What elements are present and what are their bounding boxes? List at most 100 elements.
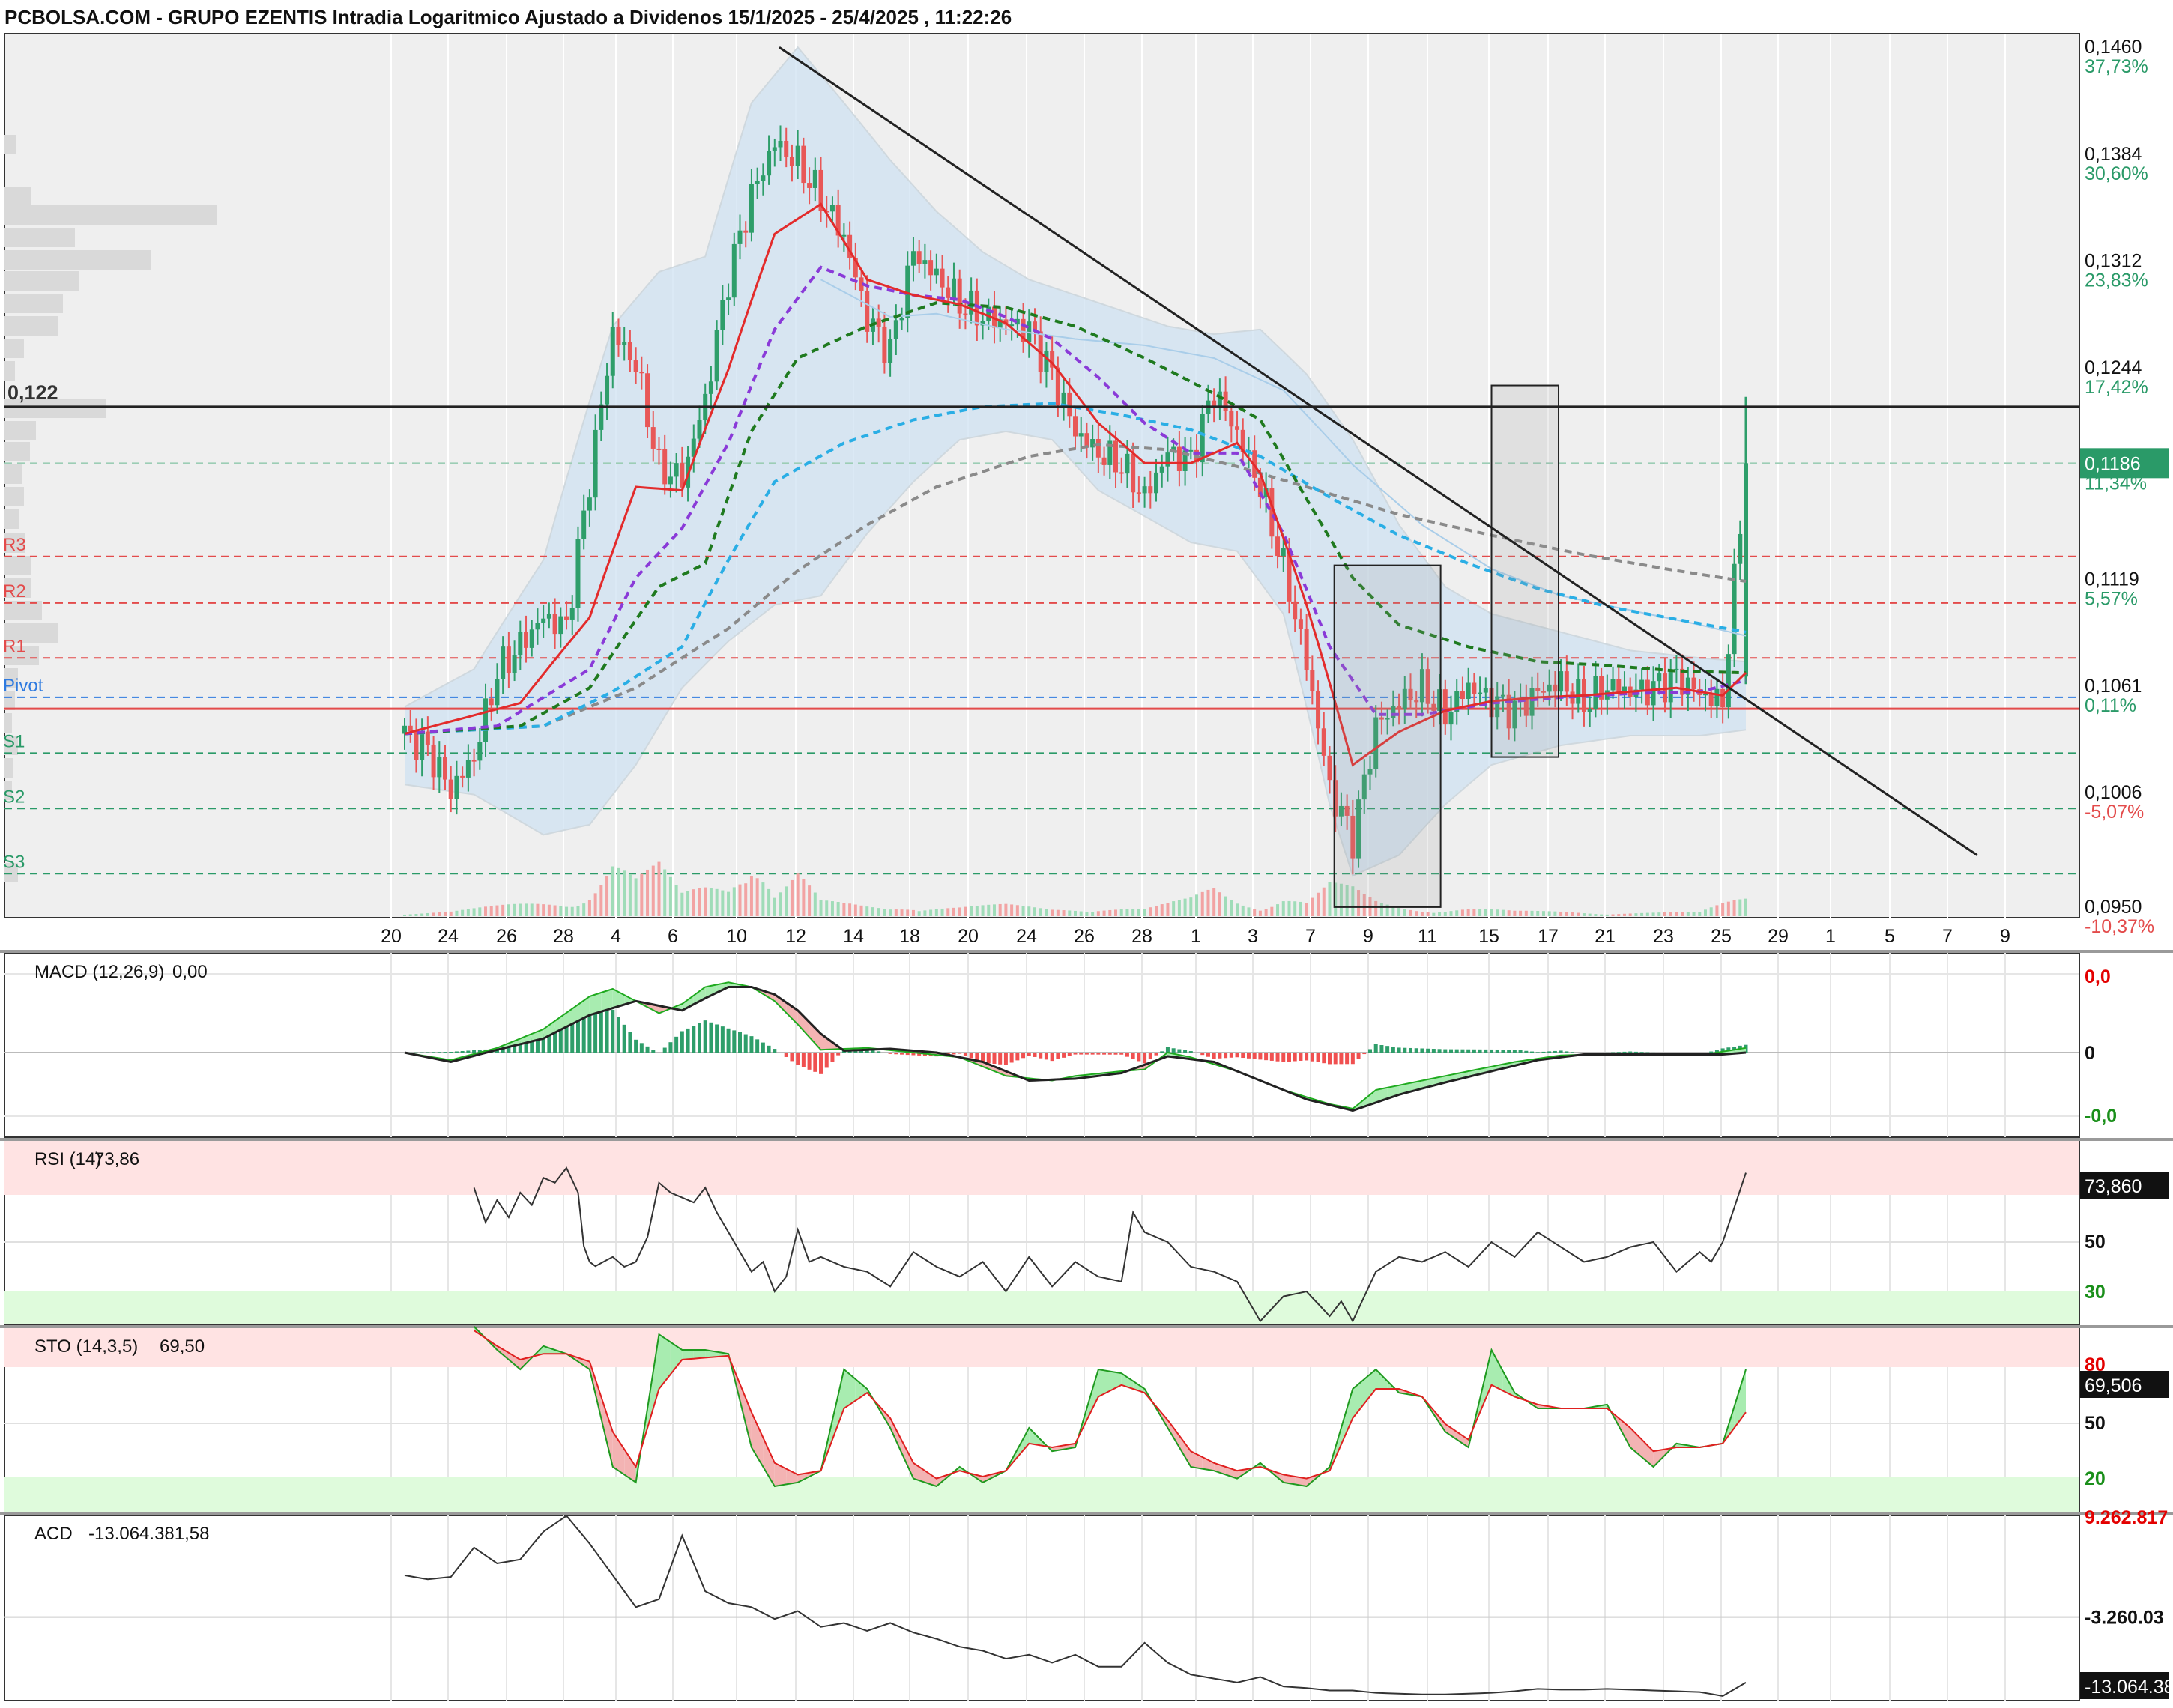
volume-bar [1125,909,1128,916]
candle-body [616,327,620,345]
volume-bar [1276,904,1279,916]
acd-title: ACD [34,1524,73,1544]
macd-histogram-bar [1045,1053,1048,1059]
macd-axis-tick: 0,0 [2085,966,2111,987]
macd-histogram-bar [900,1053,904,1055]
macd-histogram-bar [1501,1050,1505,1053]
volume-bar [1594,914,1597,916]
volume-bar [1675,912,1678,916]
candle-body [1165,452,1170,467]
macd-histogram-bar [1334,1053,1338,1064]
candle-body [1044,351,1048,372]
volume-bar [877,908,880,916]
price-axis-tick: 0,1061 [2085,676,2142,697]
x-axis-tick: 11 [1418,926,1437,947]
macd-histogram-bar [1236,1053,1239,1057]
volume-bar [1444,912,1447,916]
macd-histogram-bar [732,1030,736,1053]
candle-body [437,757,441,777]
candle-body [697,420,701,439]
volume-bar [929,909,932,916]
macd-histogram-bar [744,1035,748,1053]
volume-bar [542,904,545,916]
volume-bar [1409,910,1412,916]
macd-histogram-bar [987,1053,991,1063]
volume-bar [1091,912,1094,916]
volume-bar [854,904,857,916]
candle-body [888,339,892,363]
macd-histogram-bar [738,1032,742,1053]
volume-bar [797,873,800,916]
x-axis-tick: 10 [726,926,747,947]
macd-histogram-bar [1403,1048,1406,1053]
price-axis-pct: 30,60% [2085,163,2148,184]
volume-profile-bar [4,464,22,484]
volume-bar [1478,909,1481,916]
volume-bar [1577,913,1580,916]
pivot-label-r1: R1 [3,636,26,656]
macd-area [4,953,2079,1137]
candle-body [593,430,598,497]
rsi-panel: RSI (14)73,86503073,860 [0,1139,2173,1324]
volume-bar [640,874,643,916]
macd-histogram-bar [1420,1049,1424,1053]
candle-body [1160,467,1164,473]
price-axis-pct: -5,07% [2085,802,2144,823]
volume-bar [1230,900,1233,916]
candle-body [1067,393,1072,416]
volume-bar [1270,907,1273,916]
pivot-label-r3: R3 [3,535,26,555]
price-axis-pct: 5,57% [2085,589,2138,610]
price-axis-pct: 37,73% [2085,56,2148,77]
macd-histogram-bar [992,1053,996,1064]
acd-axis-tick: -3.260.03 [2085,1608,2164,1629]
volume-bar [1427,912,1430,916]
macd-histogram-bar [1536,1052,1540,1053]
candle-body [1692,678,1696,689]
candle-body [963,314,967,315]
price-axis-tick: 0,1312 [2085,251,2142,272]
sto-axis-tick: 20 [2085,1468,2106,1489]
macd-histogram-bar [449,1052,453,1053]
volume-bar [582,903,585,916]
macd-histogram-bar [432,1052,435,1053]
candle-body [1322,728,1326,756]
volume-bar [646,870,649,916]
candle-body [656,449,661,450]
macd-histogram-bar [813,1053,817,1072]
volume-profile-bar [4,228,75,247]
volume-bar [1490,909,1493,916]
candle-body [449,780,453,799]
candle-body [958,279,962,314]
x-axis-tick: 9 [2000,926,2010,947]
candle-body [570,608,575,620]
candle-body [1125,454,1129,473]
volume-bar [820,900,823,916]
macd-histogram-bar [698,1023,701,1053]
macd-histogram-bar [1351,1053,1355,1064]
volume-bar [617,868,620,916]
macd-histogram-bar [1218,1053,1221,1059]
candle-body [952,279,956,298]
candle-body [1576,679,1580,703]
macd-histogram-bar [1131,1053,1135,1059]
volume-bar [716,889,719,916]
x-axis-tick: 25 [1711,926,1732,947]
candle-body [432,745,436,777]
x-axis-tick: 1 [1825,926,1836,947]
macd-histogram-bar [1004,1053,1008,1065]
volume-bar [952,908,955,916]
volume-bar [1438,912,1441,916]
acd-panel: ACD-13.064.381,589.262.817-3.260.03-13.0… [0,1507,2173,1701]
volume-bar [883,909,886,916]
volume-bar [901,909,904,916]
candle-body [894,320,898,339]
x-axis-tick: 12 [785,926,806,947]
volume-bar [519,904,522,916]
volume-bar [814,893,817,916]
volume-profile-bar [4,294,63,313]
volume-bar [1623,914,1626,916]
macd-histogram-bar [1565,1051,1568,1053]
candle-body [513,655,517,673]
macd-histogram-bar [970,1053,973,1059]
